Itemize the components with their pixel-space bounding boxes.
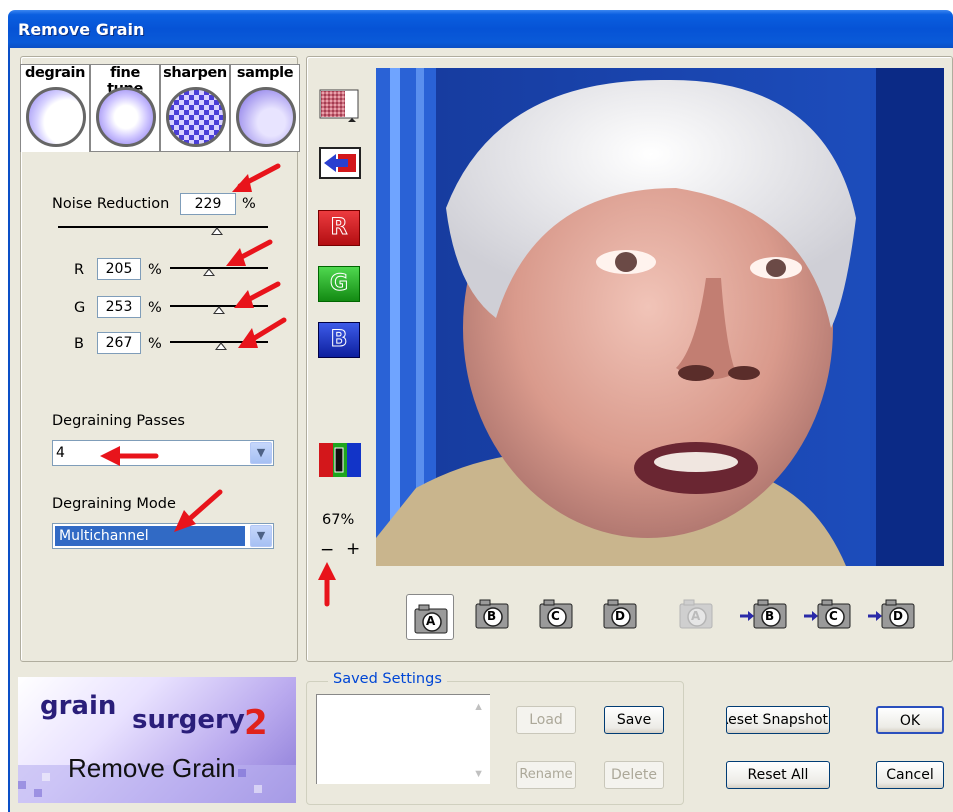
annotation-arrow-icon xyxy=(232,163,281,192)
mode-tabs: degrain fine tune sharpen sample xyxy=(20,64,300,152)
restore-snapshot-button[interactable]: B xyxy=(740,596,787,630)
scroll-down-icon[interactable]: ▼ xyxy=(473,768,484,780)
r-unit: % xyxy=(148,262,162,278)
annotation-arrow-icon xyxy=(226,239,273,266)
g-label: G xyxy=(74,300,86,316)
restore-snapshot-button[interactable]: A xyxy=(676,596,716,630)
mode-label: Degraining Mode xyxy=(52,496,176,512)
logo-brand: grain xyxy=(40,691,117,721)
tab-sample[interactable]: sample xyxy=(230,64,300,152)
ok-button[interactable]: OK xyxy=(876,706,944,734)
zoom-level: 67% xyxy=(322,512,355,528)
preview-toggle-icon[interactable] xyxy=(318,88,360,124)
passes-dropdown[interactable]: 4 ▼ xyxy=(52,440,274,466)
b-unit: % xyxy=(148,336,162,352)
portrait-photo xyxy=(376,68,944,566)
tab-degrain[interactable]: degrain xyxy=(20,64,90,152)
snapshot-letter: D xyxy=(893,609,903,623)
noise-reduction-label: Noise Reduction xyxy=(52,196,170,212)
camera-icon xyxy=(539,599,573,629)
snapshot-letter: A xyxy=(691,609,701,623)
window-title: Remove Grain xyxy=(18,20,145,39)
snapshot-letter: C xyxy=(551,609,560,623)
g-channel-label: G xyxy=(318,266,360,302)
camera-icon xyxy=(868,599,915,629)
r-label: R xyxy=(74,262,85,278)
snapshot-letter: B xyxy=(487,609,497,623)
scroll-up-icon[interactable]: ▲ xyxy=(473,701,484,713)
blue-channel-button[interactable]: B xyxy=(318,322,360,358)
b-label: B xyxy=(74,336,84,352)
r-channel-label: R xyxy=(318,210,360,246)
sharpen-tab-icon xyxy=(166,87,226,147)
r-input[interactable]: 205 xyxy=(97,258,141,280)
save-button[interactable]: Save xyxy=(604,706,664,734)
saved-settings-list[interactable]: ▲ ▼ xyxy=(316,694,490,784)
mode-dropdown[interactable]: Multichannel ▼ xyxy=(52,523,274,549)
green-channel-button[interactable]: G xyxy=(318,266,360,302)
store-snapshot-button[interactable]: D xyxy=(600,596,640,630)
degrain-tab-icon xyxy=(26,87,86,147)
g-unit: % xyxy=(148,300,162,316)
annotation-arrow-icon xyxy=(174,489,223,532)
tab-fine-tune[interactable]: fine tune xyxy=(90,64,160,152)
rename-button[interactable]: Rename xyxy=(516,761,576,789)
logo-version: 2 xyxy=(244,703,268,743)
snapshot-letter: B xyxy=(765,609,775,623)
reset-all-button[interactable]: Reset All xyxy=(726,761,830,789)
snapshot-letter: C xyxy=(829,609,838,623)
store-snapshot-button[interactable]: A xyxy=(406,594,454,640)
b-channel-label: B xyxy=(318,322,360,358)
saved-settings-legend: Saved Settings xyxy=(328,671,447,687)
camera-icon xyxy=(740,599,787,629)
red-channel-button[interactable]: R xyxy=(318,210,360,246)
r-slider-thumb[interactable] xyxy=(203,268,215,276)
title-bar[interactable]: Remove Grain xyxy=(8,10,953,48)
annotation-arrow-icon xyxy=(100,446,159,466)
tab-sharpen[interactable]: sharpen xyxy=(160,64,230,152)
annotation-arrow-icon xyxy=(318,562,336,607)
chevron-down-icon[interactable]: ▼ xyxy=(250,442,272,464)
zoom-in-button[interactable]: + xyxy=(346,539,360,559)
g-input[interactable]: 253 xyxy=(97,296,141,318)
chevron-down-icon[interactable]: ▼ xyxy=(250,525,272,547)
logo-product: Remove Grain xyxy=(68,753,236,783)
store-snapshot-button[interactable]: B xyxy=(472,596,512,630)
image-preview[interactable] xyxy=(376,68,944,566)
annotation-arrow-icon xyxy=(238,317,287,348)
delete-button[interactable]: Delete xyxy=(604,761,664,789)
passes-label: Degraining Passes xyxy=(52,413,185,429)
camera-icon xyxy=(804,599,851,629)
b-slider-thumb[interactable] xyxy=(215,342,227,350)
annotation-arrow-icon xyxy=(234,281,281,308)
reset-snapshot-button[interactable]: Reset Snapshot xyxy=(726,706,830,734)
cancel-button[interactable]: Cancel xyxy=(876,761,944,789)
b-input[interactable]: 267 xyxy=(97,332,141,354)
rgb-composite-icon[interactable] xyxy=(318,442,361,478)
passes-value: 4 xyxy=(56,445,65,461)
swap-compare-icon[interactable] xyxy=(318,146,361,182)
tab-label: sharpen xyxy=(163,65,227,81)
noise-reduction-slider-thumb[interactable] xyxy=(211,227,223,235)
g-slider-thumb[interactable] xyxy=(213,306,225,314)
zoom-out-button[interactable]: − xyxy=(320,540,334,560)
tab-label: sample xyxy=(236,65,294,81)
restore-snapshot-button[interactable]: C xyxy=(804,596,851,630)
noise-reduction-slider[interactable] xyxy=(58,226,268,228)
load-button[interactable]: Load xyxy=(516,706,576,734)
grain-surgery-logo: grain surgery 2 Remove Grain xyxy=(18,677,296,803)
tab-label: degrain xyxy=(24,65,86,81)
store-snapshot-button[interactable]: C xyxy=(536,596,576,630)
fine-tune-tab-icon xyxy=(96,87,156,147)
restore-snapshot-button[interactable]: D xyxy=(868,596,915,630)
snapshot-letter: D xyxy=(615,609,625,623)
reset-snapshot-label: Reset Snapshot xyxy=(726,712,829,728)
sample-tab-icon xyxy=(236,87,296,147)
snapshot-letter: A xyxy=(426,614,436,628)
logo-brand-2: surgery xyxy=(132,705,245,735)
